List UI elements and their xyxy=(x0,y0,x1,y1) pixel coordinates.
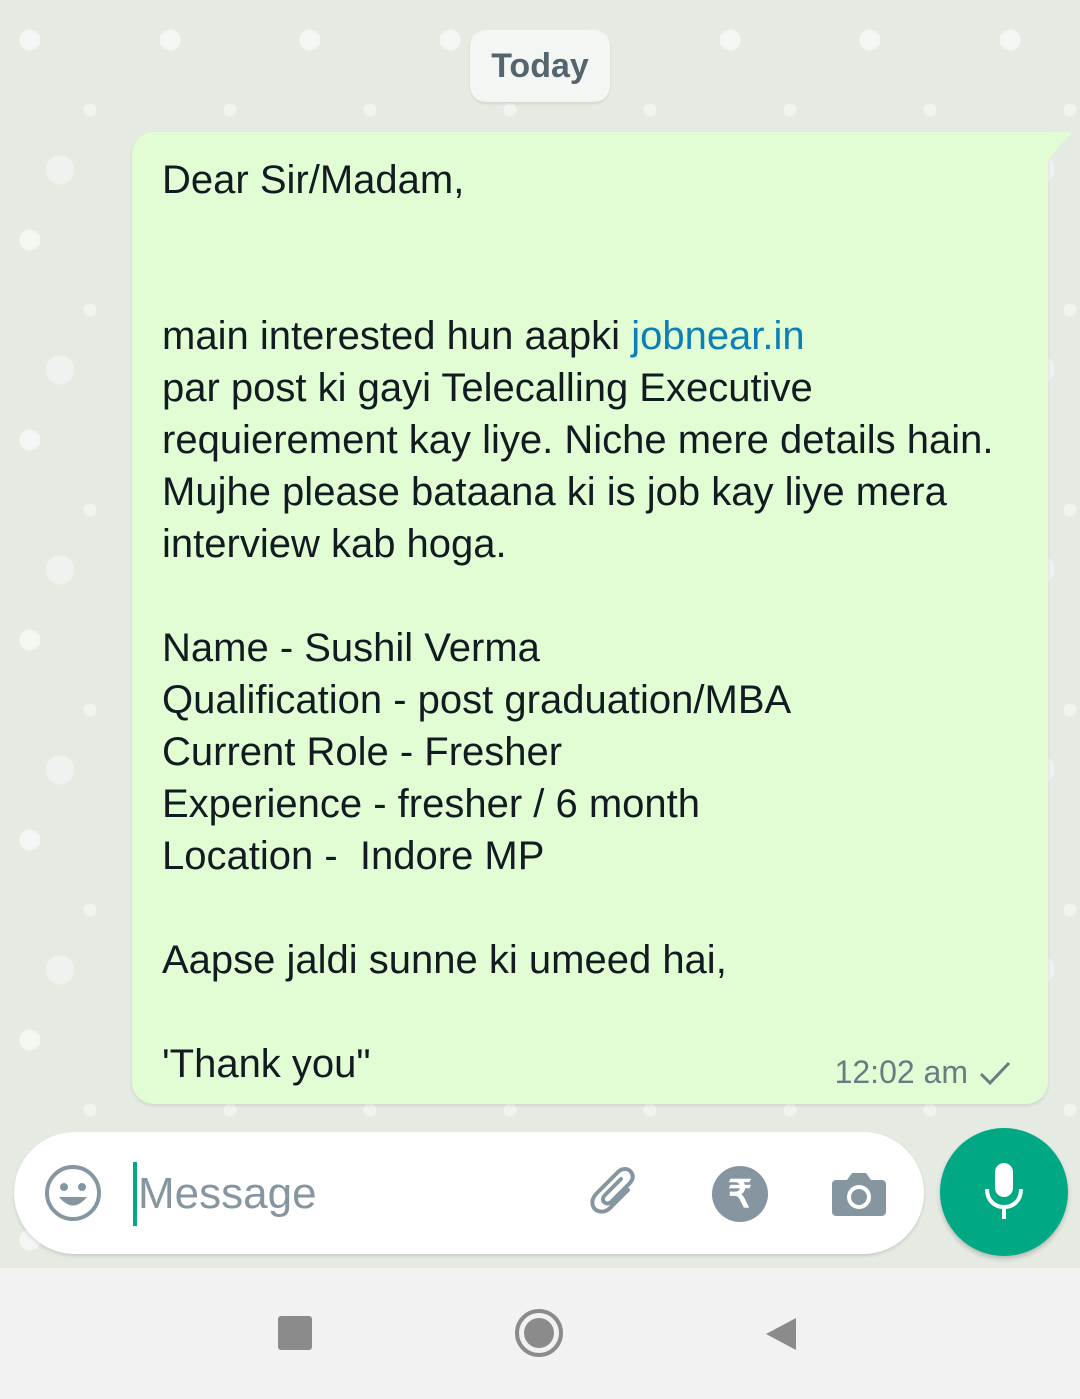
blank-line: ​ xyxy=(162,986,1032,1038)
detail-name: Name - Sushil Verma xyxy=(162,626,540,670)
message-text: Dear Sir/Madam, ​ ​ main interested hun … xyxy=(162,154,1032,1090)
intro-prefix: main interested hun aapki xyxy=(162,314,632,358)
bubble-tail xyxy=(1046,132,1072,162)
message-time: 12:02 am xyxy=(834,1054,968,1090)
message-meta: 12:02 am xyxy=(835,1054,1012,1091)
voice-record-button[interactable] xyxy=(940,1128,1068,1256)
message-intro-rest: par post ki gayi Telecalling Executive r… xyxy=(162,366,1005,566)
nav-home-icon[interactable] xyxy=(514,1308,564,1358)
nav-recents-icon[interactable] xyxy=(278,1316,312,1350)
jobnear-link[interactable]: jobnear.in xyxy=(631,314,804,358)
message-intro: main interested hun aapki jobnear.in xyxy=(162,310,1032,362)
detail-qualification: Qualification - post graduation/MBA xyxy=(162,678,792,722)
attach-icon[interactable] xyxy=(584,1162,646,1224)
message-closing: Aapse jaldi sunne ki umeed hai, xyxy=(162,938,727,982)
emoji-icon[interactable] xyxy=(44,1164,102,1222)
message-input[interactable] xyxy=(136,1158,560,1230)
rupee-icon[interactable]: ₹ xyxy=(712,1166,768,1222)
system-nav-bar xyxy=(0,1268,1080,1399)
blank-line: ​ xyxy=(162,570,1032,622)
detail-experience: Experience - fresher / 6 month xyxy=(162,782,701,826)
message-greeting: Dear Sir/Madam, xyxy=(162,158,465,202)
message-bubble[interactable]: Dear Sir/Madam, ​ ​ main interested hun … xyxy=(132,132,1048,1104)
detail-current-role: Current Role - Fresher xyxy=(162,730,563,774)
blank-line: ​ xyxy=(162,882,1032,934)
mic-icon xyxy=(985,1163,1023,1219)
date-label: Today xyxy=(491,46,589,85)
nav-back-icon[interactable] xyxy=(760,1314,800,1354)
message-composer: ₹ xyxy=(14,1132,924,1254)
detail-location: Location - Indore MP xyxy=(162,834,545,878)
blank-line: ​ xyxy=(162,258,1032,310)
camera-icon[interactable] xyxy=(830,1164,888,1222)
check-icon xyxy=(979,1061,1011,1085)
date-chip: Today xyxy=(470,30,610,102)
blank-line: ​ xyxy=(162,206,1032,258)
